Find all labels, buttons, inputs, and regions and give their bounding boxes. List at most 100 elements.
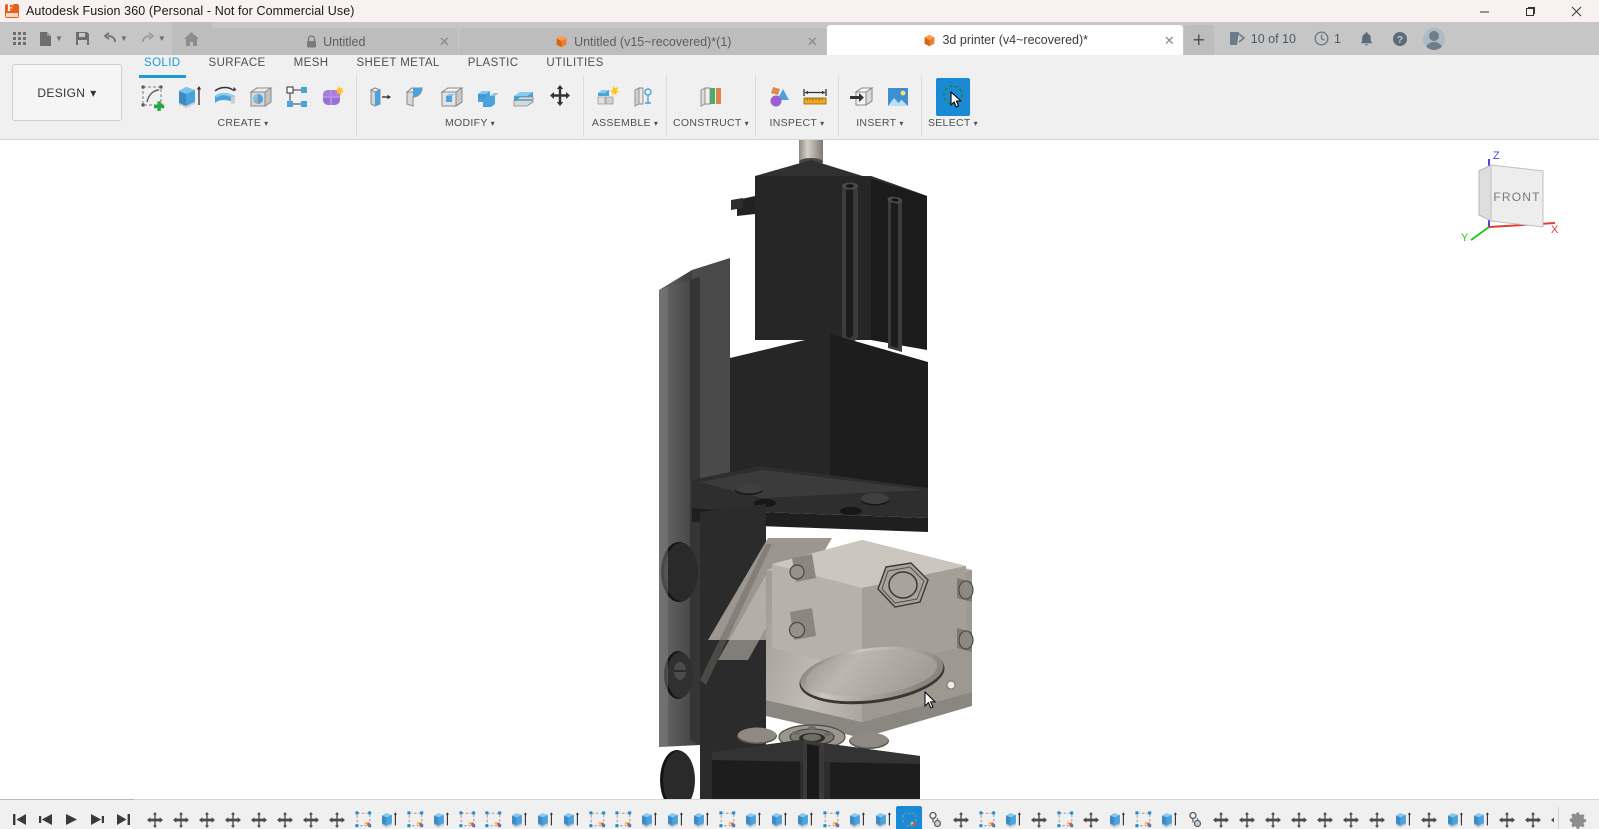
timeline-feature-sketch-22[interactable] [714,806,740,829]
recent-activity-status[interactable]: 1 [1305,22,1350,55]
timeline-feature-move-34[interactable] [1026,806,1052,829]
timeline-feature-move-53[interactable] [1520,806,1546,829]
timeline-feature-extrude-15[interactable] [532,806,558,829]
offset-plane-tool[interactable] [694,78,728,116]
timeline-feature-sketch-10[interactable] [402,806,428,829]
timeline-feature-sketch-38[interactable] [1130,806,1156,829]
ribbon-panel-assemble-label[interactable]: ASSEMBLE ▾ [592,117,658,129]
revolve-tool[interactable] [208,78,242,116]
timeline-feature-move-49[interactable] [1416,806,1442,829]
timeline-feature-extrude-11[interactable] [428,806,454,829]
create-form-tool[interactable] [316,78,350,116]
hole-tool[interactable] [244,78,278,116]
insert-derive-tool[interactable] [845,78,879,116]
timeline-feature-move-6[interactable] [298,806,324,829]
timeline-feature-move-4[interactable] [246,806,272,829]
ribbon-tab-plastic[interactable]: PLASTIC [454,55,533,75]
joint-tool[interactable] [626,78,660,116]
timeline-feature-move-52[interactable] [1494,806,1520,829]
timeline-feature-move-7[interactable] [324,806,350,829]
timeline-feature-extrude-50[interactable] [1442,806,1468,829]
timeline-feature-move-2[interactable] [194,806,220,829]
timeline-feature-extrude-25[interactable] [792,806,818,829]
timeline-feature-extrude-21[interactable] [688,806,714,829]
jobs-status[interactable]: 10 of 10 [1220,22,1305,55]
timeline-feature-extrude-39[interactable] [1156,806,1182,829]
close-tab-icon[interactable]: ✕ [807,35,818,48]
timeline-step-back-button[interactable] [32,806,58,829]
workspace-switcher[interactable]: DESIGN ▾ [12,64,122,121]
timeline-feature-extrude-16[interactable] [558,806,584,829]
ribbon-tab-mesh[interactable]: MESH [280,55,343,75]
canvas-image-tool[interactable] [881,78,915,116]
split-face-tool[interactable] [507,78,541,116]
view-cube[interactable]: Z X Y FRONT [1453,145,1563,245]
extrude-tool[interactable] [172,78,206,116]
timeline-feature-move-5[interactable] [272,806,298,829]
timeline-feature-sketch-35[interactable] [1052,806,1078,829]
timeline-feature-extrude-14[interactable] [506,806,532,829]
save-button[interactable] [69,22,96,55]
timeline-feature-move-3[interactable] [220,806,246,829]
ribbon-tab-surface[interactable]: SURFACE [195,55,280,75]
timeline-feature-move-1[interactable] [168,806,194,829]
ribbon-tab-solid[interactable]: SOLID [130,55,195,78]
timeline-feature-move-36[interactable] [1078,806,1104,829]
timeline-feature-sketch-13[interactable] [480,806,506,829]
close-button[interactable] [1553,0,1599,22]
notifications-button[interactable] [1350,22,1383,55]
timeline-feature-move-43[interactable] [1260,806,1286,829]
timeline-feature-extrude-51[interactable] [1468,806,1494,829]
ribbon-tab-utilities[interactable]: UTILITIES [532,55,617,75]
timeline-go-start-button[interactable] [6,806,32,829]
timeline-feature-extrude-37[interactable] [1104,806,1130,829]
maximize-button[interactable] [1507,0,1553,22]
redo-button[interactable]: ▼ [134,22,172,55]
timeline-feature-move-31[interactable] [948,806,974,829]
ribbon-tab-sheet-metal[interactable]: SHEET METAL [342,55,453,75]
timeline-settings-button[interactable] [1563,806,1593,829]
interference-tool[interactable] [762,78,796,116]
new-document-tab-button[interactable]: + [1183,25,1214,55]
timeline-feature-sketch-12[interactable] [454,806,480,829]
timeline-feature-extrude-24[interactable] [766,806,792,829]
timeline-feature-move-54[interactable] [1546,806,1554,829]
pattern-tool[interactable] [280,78,314,116]
timeline-play-button[interactable] [58,806,84,829]
timeline-feature-extrude-48[interactable] [1390,806,1416,829]
timeline-feature-move-46[interactable] [1338,806,1364,829]
create-sketch-tool[interactable] [136,78,170,116]
timeline-feature-sketch-8[interactable] [350,806,376,829]
timeline-step-forward-button[interactable] [84,806,110,829]
timeline-feature-sketch-17[interactable] [584,806,610,829]
ribbon-panel-insert-label[interactable]: INSERT ▾ [856,117,903,129]
timeline-feature-joint-40[interactable] [1182,806,1208,829]
timeline-feature-extrude-9[interactable] [376,806,402,829]
timeline-feature-sketch-26[interactable] [818,806,844,829]
select-tool[interactable] [935,78,970,116]
timeline-feature-extrude-27[interactable] [844,806,870,829]
user-avatar[interactable] [1422,27,1445,50]
timeline-feature-joint-30[interactable] [922,806,948,829]
fillet-tool[interactable] [399,78,433,116]
timeline-feature-extrude-28[interactable] [870,806,896,829]
press-pull-tool[interactable] [363,78,397,116]
new-file-button[interactable]: ▼ [33,22,69,55]
timeline-feature-extrude-23[interactable] [740,806,766,829]
viewport-canvas[interactable]: Z X Y FRONT [0,140,1599,799]
move-copy-tool[interactable] [543,78,577,116]
minimize-button[interactable] [1461,0,1507,22]
ribbon-panel-construct-label[interactable]: CONSTRUCT ▾ [673,117,749,129]
timeline-feature-extrude-20[interactable] [662,806,688,829]
shell-tool[interactable] [435,78,469,116]
timeline-feature-sketch-29[interactable] [896,805,922,829]
close-tab-icon[interactable]: ✕ [439,35,450,48]
ribbon-panel-modify-label[interactable]: MODIFY ▾ [445,117,495,129]
timeline-feature-extrude-19[interactable] [636,806,662,829]
new-component-tool[interactable] [590,78,624,116]
timeline-feature-track[interactable] [136,800,1554,829]
document-tab-3d-printer[interactable]: 3d printer (v4~recovered)* ✕ [826,25,1183,55]
timeline-feature-move-45[interactable] [1312,806,1338,829]
ribbon-panel-inspect-label[interactable]: INSPECT ▾ [769,117,824,129]
document-tab-untitled[interactable]: Untitled ✕ [211,28,458,55]
